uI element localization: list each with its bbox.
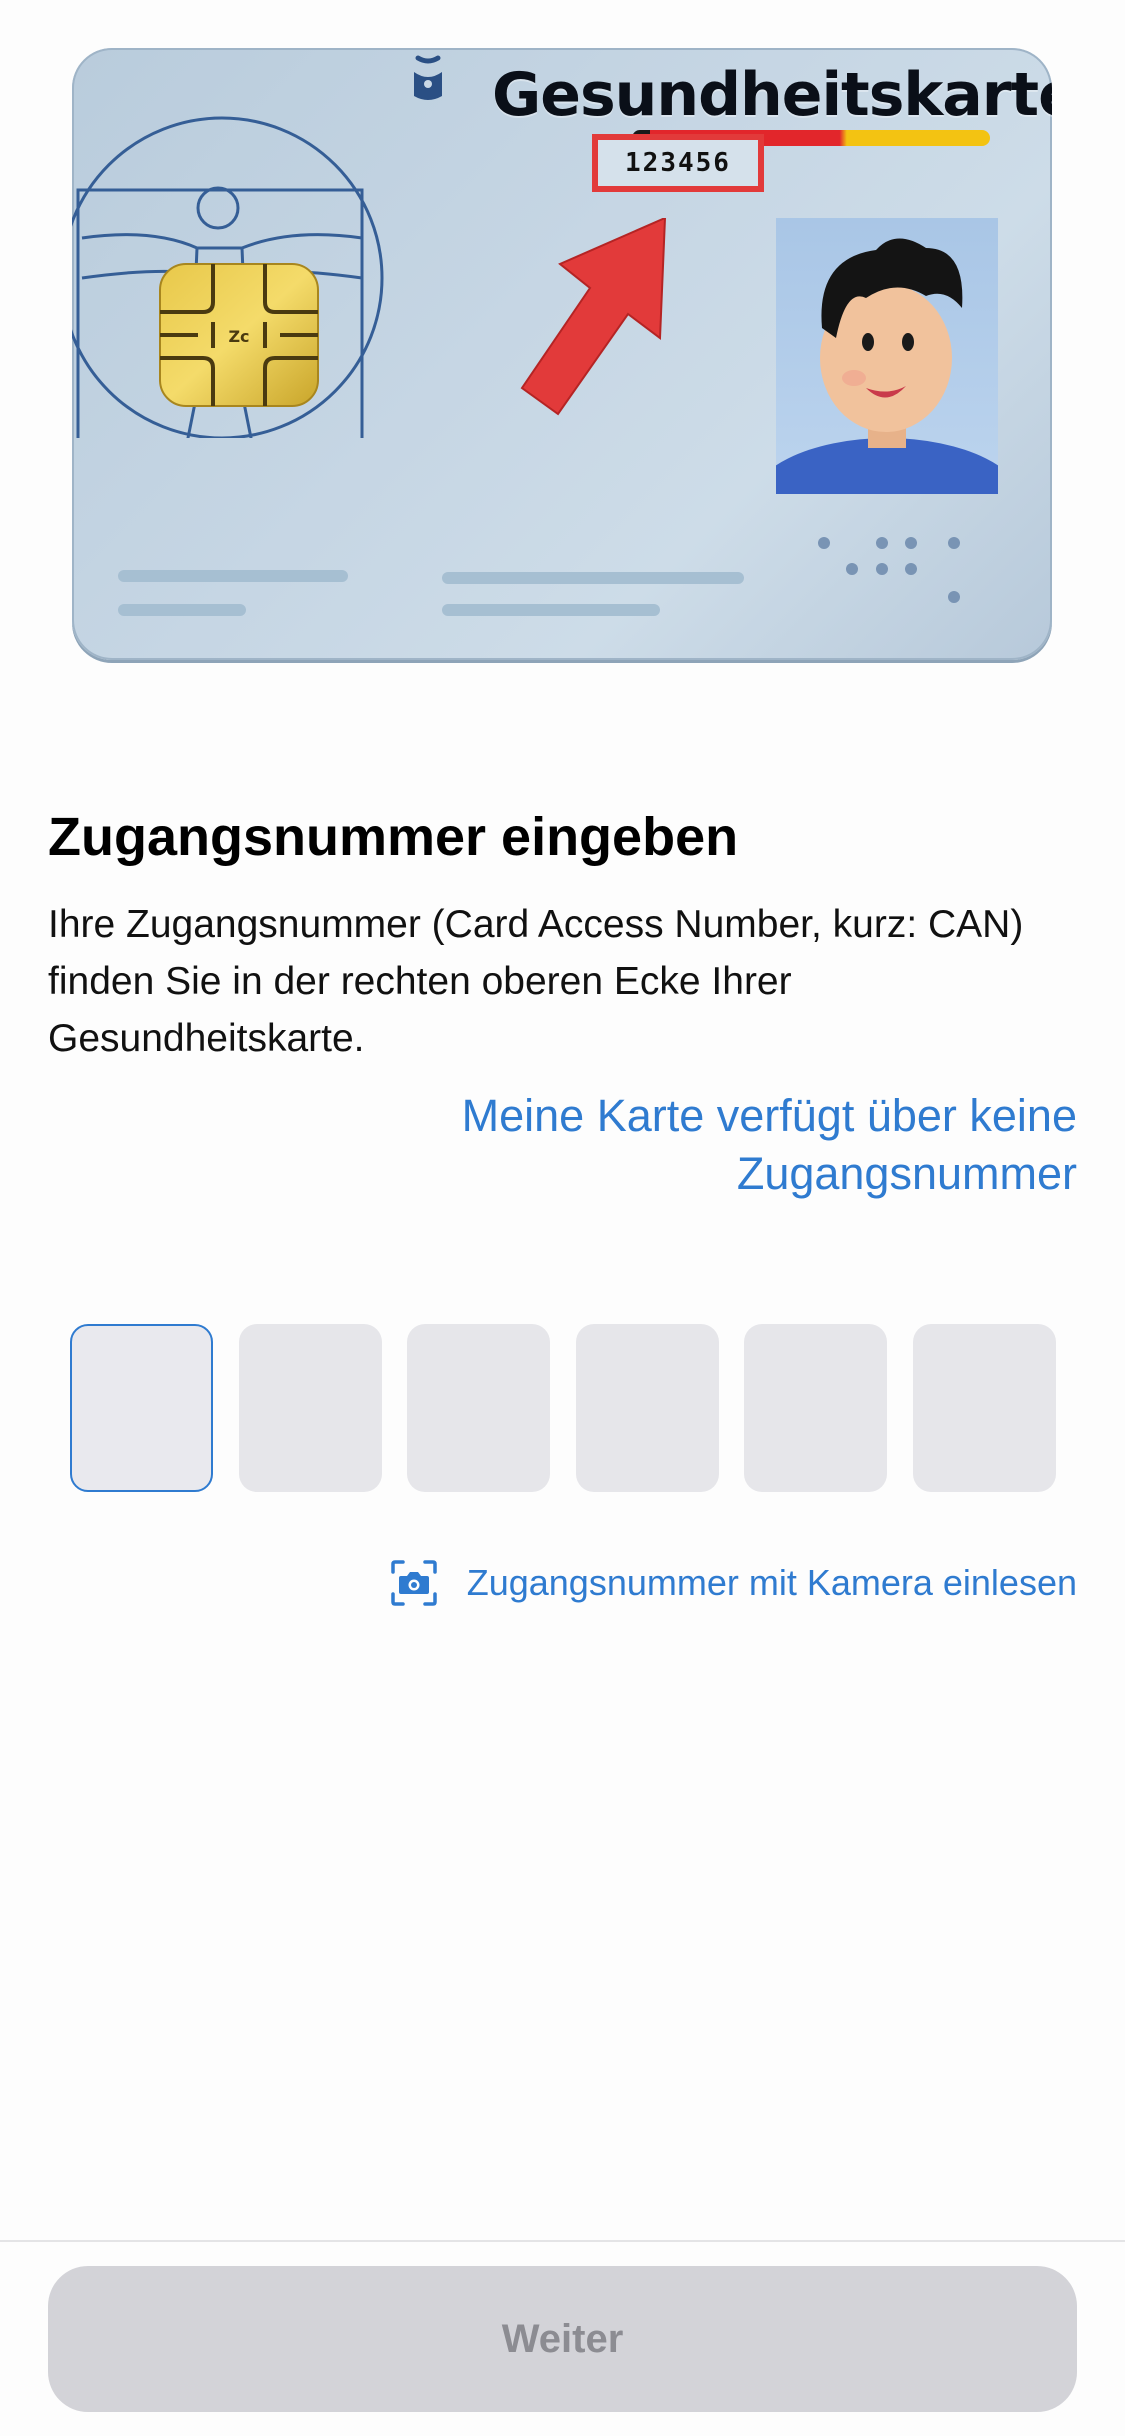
- can-digit-4-field[interactable]: [575, 1324, 719, 1492]
- card-stripe: [442, 572, 744, 584]
- can-input-group: [70, 1324, 1056, 1492]
- card-stripe: [118, 570, 348, 582]
- braille-dots: [818, 537, 960, 603]
- can-digit-5-field[interactable]: [744, 1324, 888, 1492]
- can-digit-1-field[interactable]: [70, 1324, 213, 1492]
- can-description: Ihre Zugangsnummer (Card Access Number, …: [48, 903, 1024, 1060]
- camera-scan-icon: [390, 1560, 437, 1606]
- card-stripe: [118, 604, 246, 616]
- card-title: Gesundheitskarte: [492, 60, 1052, 130]
- cardholder-photo: [776, 218, 998, 494]
- svg-text:Zc: Zc: [228, 327, 249, 346]
- can-entry-screen: Zc Gesundheitskarte 123456 Zugangsnummer…: [0, 0, 1125, 2436]
- scan-with-camera-button[interactable]: Zugangsnummer mit Kamera einlesen: [390, 1560, 1077, 1606]
- next-button[interactable]: Weiter: [48, 2266, 1077, 2412]
- footer-divider: [0, 2240, 1125, 2242]
- card-stripe: [442, 604, 660, 616]
- page-title: Zugangsnummer eingeben: [48, 807, 739, 867]
- chip-icon: Zc: [159, 263, 319, 407]
- nfc-icon: [414, 55, 442, 100]
- can-digit-2-field[interactable]: [238, 1324, 382, 1492]
- avatar: [776, 238, 998, 494]
- scan-with-camera-label: Zugangsnummer mit Kamera einlesen: [466, 1562, 1077, 1603]
- pointer-arrow-icon: [520, 218, 667, 416]
- no-can-link[interactable]: Meine Karte verfügt über keine Zugangsnu…: [177, 1087, 1077, 1203]
- can-digit-6-field[interactable]: [912, 1324, 1056, 1492]
- can-example-highlight: 123456: [592, 134, 764, 192]
- can-digit-3-field[interactable]: [407, 1324, 551, 1492]
- health-card-illustration: Zc Gesundheitskarte 123456: [72, 48, 1052, 660]
